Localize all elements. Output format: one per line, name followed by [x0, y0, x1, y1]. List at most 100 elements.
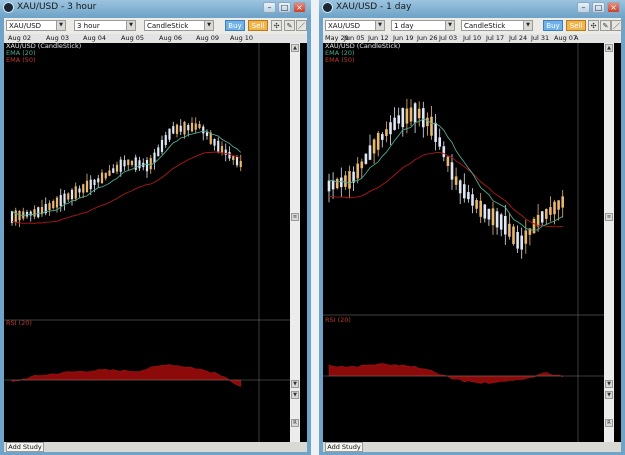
candle-body — [14, 210, 17, 223]
dropdown-arrow-icon[interactable]: ▼ — [126, 21, 135, 30]
candle-body — [115, 164, 119, 172]
right-price-chart — [323, 43, 604, 442]
candle-body — [340, 177, 343, 188]
line-tool-icon[interactable]: ／ — [296, 20, 307, 31]
right-add-study-button[interactable]: Add Study — [325, 442, 363, 452]
candle-body — [194, 123, 197, 130]
rsi-area — [11, 364, 242, 387]
right-scrollbar[interactable]: ▲ ≡ ▼ ▼ R — [604, 43, 614, 442]
crosshair-icon[interactable]: ✣ — [271, 20, 282, 31]
close-icon[interactable]: × — [607, 2, 620, 13]
left-window-title: XAU/USD - 3 hour — [17, 2, 97, 12]
line-tool-icon[interactable]: ／ — [611, 20, 622, 31]
candle-body — [364, 153, 368, 164]
left-title-bar[interactable]: XAU/USD - 3 hour – □ × — [0, 0, 311, 17]
candle-body — [487, 208, 491, 220]
candle-body — [557, 200, 560, 210]
right-timeframe-select[interactable]: 1 day ▼ — [391, 20, 455, 31]
pencil-icon[interactable]: ✎ — [600, 20, 611, 31]
candle-body — [397, 115, 400, 124]
candle-body — [123, 160, 126, 167]
candle-body — [52, 200, 55, 209]
candle-body — [438, 137, 441, 147]
scroll-down-icon[interactable]: ▼ — [605, 380, 613, 388]
right-window-title: XAU/USD - 1 day — [336, 2, 412, 12]
minimize-icon[interactable]: – — [263, 2, 276, 13]
candle-body — [100, 172, 104, 184]
candle-body — [89, 179, 92, 190]
candle-body — [344, 175, 347, 187]
candle-body — [228, 151, 231, 159]
candle-body — [179, 125, 182, 132]
candle-body — [532, 218, 536, 234]
dropdown-arrow-icon[interactable]: ▼ — [204, 21, 213, 30]
right-title-bar[interactable]: XAU/USD - 1 day – □ × — [319, 0, 625, 17]
scroll-thumb[interactable]: ≡ — [291, 213, 299, 221]
left-buy-button[interactable]: Buy — [225, 20, 245, 31]
pencil-icon[interactable]: ✎ — [284, 20, 295, 31]
candle-body — [235, 156, 239, 166]
ema20-line — [11, 130, 242, 216]
maximize-icon[interactable]: □ — [278, 2, 291, 13]
candle-body — [372, 139, 376, 154]
candle-body — [417, 108, 421, 119]
dropdown-arrow-icon[interactable]: ▼ — [375, 21, 384, 30]
candle-body — [217, 140, 220, 152]
right-study-bar: Add Study — [323, 442, 621, 452]
scroll-thumb[interactable]: ≡ — [605, 213, 613, 221]
scroll-down-icon[interactable]: ▼ — [291, 380, 299, 388]
maximize-icon[interactable]: □ — [592, 2, 605, 13]
right-symbol-select[interactable]: XAU/USD ▼ — [325, 20, 385, 31]
candle-body — [426, 117, 429, 127]
candle-body — [561, 196, 564, 208]
right-chart-area[interactable]: May 29 Jun 05 Jun 12 Jun 19 Jun 26 Jul 0… — [323, 34, 621, 442]
dropdown-arrow-icon[interactable]: ▼ — [445, 21, 454, 30]
timeframe-value: 1 day — [394, 22, 414, 30]
left-symbol-select[interactable]: XAU/USD ▼ — [6, 20, 66, 31]
candle-body — [434, 122, 437, 142]
candle-body — [33, 209, 36, 217]
candle-body — [138, 160, 141, 169]
crosshair-icon[interactable]: ✣ — [588, 20, 599, 31]
candle-body — [401, 108, 405, 128]
left-timeframe-select[interactable]: 3 hour ▼ — [74, 20, 136, 31]
right-buy-button[interactable]: Buy — [543, 20, 563, 31]
right-sell-button[interactable]: Sell — [566, 20, 586, 31]
left-chart-area[interactable]: Aug 02 Aug 03 Aug 04 Aug 05 Aug 06 Aug 0… — [4, 34, 307, 442]
candle-body — [413, 103, 417, 123]
zoom-icon[interactable]: R — [291, 419, 299, 427]
candle-body — [348, 171, 351, 189]
candle-body — [381, 134, 384, 140]
candle-body — [29, 211, 32, 216]
candle-body — [446, 156, 450, 166]
left-charttype-select[interactable]: CandleStick ▼ — [144, 20, 214, 31]
app-icon — [3, 2, 14, 13]
candle-body — [85, 180, 89, 193]
candle-body — [59, 195, 62, 206]
rsi-area — [328, 363, 563, 384]
candle-body — [479, 200, 482, 217]
symbol-value: XAU/USD — [328, 22, 361, 30]
scroll-up-icon[interactable]: ▲ — [291, 44, 299, 52]
zoom-icon[interactable]: R — [605, 419, 613, 427]
candle-body — [545, 209, 548, 219]
candle-body — [239, 160, 242, 168]
close-icon[interactable]: × — [293, 2, 306, 13]
left-add-study-button[interactable]: Add Study — [6, 442, 44, 452]
timeframe-value: 3 hour — [77, 22, 100, 30]
left-scrollbar[interactable]: ▲ ≡ ▼ ▼ R — [290, 43, 300, 442]
minimize-icon[interactable]: – — [577, 2, 590, 13]
candle-body — [360, 161, 364, 169]
dropdown-arrow-icon[interactable]: ▼ — [523, 21, 532, 30]
scroll-down-icon[interactable]: ▼ — [291, 391, 299, 399]
candle-body — [127, 159, 130, 166]
candle-body — [368, 145, 372, 160]
right-charttype-select[interactable]: CandleStick ▼ — [461, 20, 533, 31]
dropdown-arrow-icon[interactable]: ▼ — [56, 21, 65, 30]
candle-body — [508, 223, 511, 237]
scroll-up-icon[interactable]: ▲ — [605, 44, 613, 52]
left-sell-button[interactable]: Sell — [248, 20, 268, 31]
scroll-down-icon[interactable]: ▼ — [605, 391, 613, 399]
candle-body — [164, 135, 167, 145]
candle-body — [458, 180, 462, 194]
